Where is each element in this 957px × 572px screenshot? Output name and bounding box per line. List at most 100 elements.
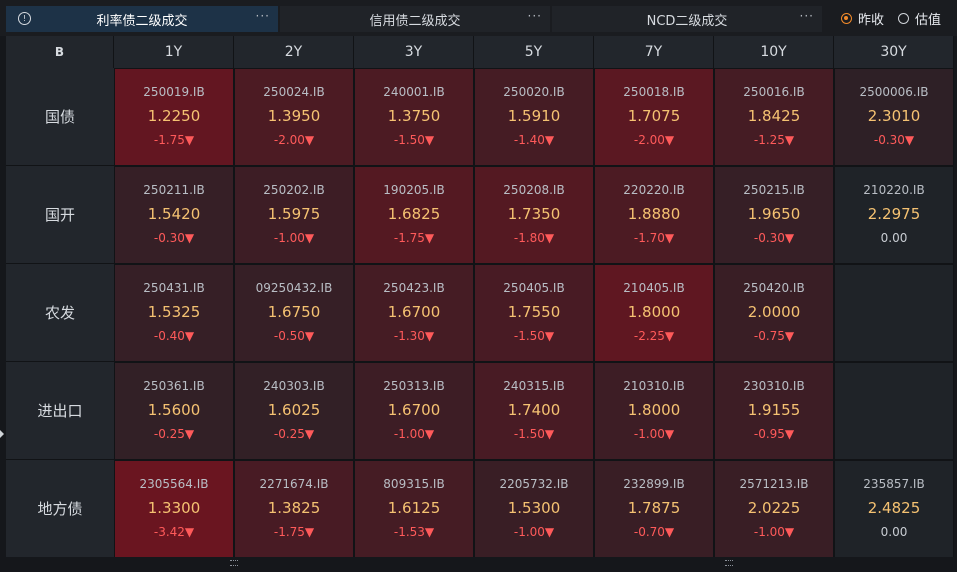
bond-code: 809315.IB: [383, 477, 445, 491]
bond-cell[interactable]: 250208.IB 1.7350 -1.80▼: [474, 166, 594, 264]
bond-code: 250405.IB: [503, 281, 565, 295]
bond-cell[interactable]: 2500006.IB 2.3010 -0.30▼: [834, 68, 954, 166]
bottom-bar: [0, 557, 957, 572]
tab-ncd-secondary[interactable]: NCD二级成交 ···: [552, 6, 822, 32]
more-icon[interactable]: ···: [256, 9, 270, 23]
bond-cell[interactable]: 235857.IB 2.4825 0.00: [834, 460, 954, 558]
yield-value: 2.4825: [867, 499, 921, 517]
bond-cell[interactable]: 250211.IB 1.5420 -0.30▼: [114, 166, 234, 264]
yield-value: 1.5420: [147, 205, 201, 223]
yield-change: -0.25▼: [273, 427, 315, 441]
bond-cell[interactable]: 250016.IB 1.8425 -1.25▼: [714, 68, 834, 166]
bond-cell[interactable]: 230310.IB 1.9155 -0.95▼: [714, 362, 834, 460]
radio-unchecked-icon[interactable]: [897, 13, 909, 24]
bond-cell[interactable]: 210220.IB 2.2975 0.00: [834, 166, 954, 264]
yield-change: -1.50▼: [513, 427, 555, 441]
bond-cell[interactable]: 190205.IB 1.6825 -1.75▼: [354, 166, 474, 264]
bond-cell[interactable]: 2271674.IB 1.3825 -1.75▼: [234, 460, 354, 558]
bond-cell[interactable]: 250313.IB 1.6700 -1.00▼: [354, 362, 474, 460]
row-header: 国开: [6, 166, 114, 264]
yield-change: -1.70▼: [633, 231, 675, 245]
yield-change: -1.75▼: [393, 231, 435, 245]
bond-code: 250423.IB: [383, 281, 445, 295]
yield-change: -0.70▼: [633, 525, 675, 539]
bond-cell[interactable]: 250024.IB 1.3950 -2.00▼: [234, 68, 354, 166]
yield-change: -0.40▼: [153, 329, 195, 343]
bond-cell[interactable]: 250420.IB 2.0000 -0.75▼: [714, 264, 834, 362]
bond-cell[interactable]: 2571213.IB 2.0225 -1.00▼: [714, 460, 834, 558]
yield-value: 1.3750: [387, 107, 441, 125]
bond-code: 190205.IB: [383, 183, 445, 197]
radio-valuation[interactable]: 估值: [897, 9, 941, 28]
yield-change: 0.00: [880, 525, 908, 539]
yield-change: -1.00▼: [753, 525, 795, 539]
yield-change: -0.50▼: [273, 329, 315, 343]
bond-code: 2305564.IB: [139, 477, 209, 491]
bond-cell[interactable]: 809315.IB 1.6125 -1.53▼: [354, 460, 474, 558]
bond-cell[interactable]: 240001.IB 1.3750 -1.50▼: [354, 68, 474, 166]
bond-code: 250211.IB: [143, 183, 205, 197]
yield-value: 1.9650: [747, 205, 801, 223]
bond-cell[interactable]: 240303.IB 1.6025 -0.25▼: [234, 362, 354, 460]
yield-value: 1.8425: [747, 107, 801, 125]
bond-cell[interactable]: [834, 264, 954, 362]
column-resize-handle[interactable]: [230, 560, 238, 566]
row-header: 国债: [6, 68, 114, 166]
tab-rate-bond-secondary[interactable]: ! 利率债二级成交 ···: [6, 6, 278, 32]
radio-checked-icon[interactable]: [840, 13, 852, 24]
bond-code: 2500006.IB: [859, 85, 929, 99]
yield-change: -0.25▼: [153, 427, 195, 441]
bond-cell[interactable]: 250431.IB 1.5325 -0.40▼: [114, 264, 234, 362]
bond-cell[interactable]: 250018.IB 1.7075 -2.00▼: [594, 68, 714, 166]
bond-cell[interactable]: 09250432.IB 1.6750 -0.50▼: [234, 264, 354, 362]
bond-cell[interactable]: 250361.IB 1.5600 -0.25▼: [114, 362, 234, 460]
tenor-header-5y[interactable]: 5Y: [474, 36, 594, 68]
expand-left-arrow-icon[interactable]: [0, 430, 4, 438]
bond-cell[interactable]: 220220.IB 1.8880 -1.70▼: [594, 166, 714, 264]
bond-cell[interactable]: [834, 362, 954, 460]
yield-value: 1.2250: [147, 107, 201, 125]
bond-cell[interactable]: 2305564.IB 1.3300 -3.42▼: [114, 460, 234, 558]
bond-cell[interactable]: 250423.IB 1.6700 -1.30▼: [354, 264, 474, 362]
yield-change: -1.00▼: [393, 427, 435, 441]
radio-label: 估值: [914, 13, 941, 28]
bond-cell[interactable]: 232899.IB 1.7875 -0.70▼: [594, 460, 714, 558]
yield-value: 1.5325: [147, 303, 201, 321]
bond-cell[interactable]: 250202.IB 1.5975 -1.00▼: [234, 166, 354, 264]
yield-value: 1.6825: [387, 205, 441, 223]
bond-cell[interactable]: 250215.IB 1.9650 -0.30▼: [714, 166, 834, 264]
tenor-header-1y[interactable]: 1Y: [114, 36, 234, 68]
bond-code: 2571213.IB: [739, 477, 809, 491]
bond-cell[interactable]: 250019.IB 1.2250 -1.75▼: [114, 68, 234, 166]
row-header: 地方债: [6, 460, 114, 558]
yield-change: -1.00▼: [273, 231, 315, 245]
tenor-header-7y[interactable]: 7Y: [594, 36, 714, 68]
bond-code: 250020.IB: [503, 85, 565, 99]
yield-change: -0.30▼: [153, 231, 195, 245]
bond-code: 240001.IB: [383, 85, 445, 99]
bond-cell[interactable]: 210310.IB 1.8000 -1.00▼: [594, 362, 714, 460]
bond-code: 250361.IB: [143, 379, 205, 393]
bond-cell[interactable]: 250020.IB 1.5910 -1.40▼: [474, 68, 594, 166]
bond-cell[interactable]: 250405.IB 1.7550 -1.50▼: [474, 264, 594, 362]
bond-cell[interactable]: 2205732.IB 1.5300 -1.00▼: [474, 460, 594, 558]
yield-change: -1.30▼: [393, 329, 435, 343]
tenor-header-2y[interactable]: 2Y: [234, 36, 354, 68]
tenor-header-10y[interactable]: 10Y: [714, 36, 834, 68]
tenor-header-30y[interactable]: 30Y: [834, 36, 954, 68]
tab-credit-bond-secondary[interactable]: 信用债二级成交 ···: [280, 6, 550, 32]
column-resize-handle[interactable]: [725, 560, 733, 566]
bond-cell[interactable]: 240315.IB 1.7400 -1.50▼: [474, 362, 594, 460]
yield-change: -1.25▼: [753, 133, 795, 147]
radio-prev-close[interactable]: 昨收: [840, 9, 884, 28]
yield-value: 2.0000: [747, 303, 801, 321]
more-icon[interactable]: ···: [800, 9, 814, 23]
bond-code: 210405.IB: [623, 281, 685, 295]
bond-cell[interactable]: 210405.IB 1.8000 -2.25▼: [594, 264, 714, 362]
tenor-header-3y[interactable]: 3Y: [354, 36, 474, 68]
bond-code: 250024.IB: [263, 85, 325, 99]
tab-label: NCD二级成交: [646, 13, 728, 29]
more-icon[interactable]: ···: [528, 9, 542, 23]
bond-code: 250208.IB: [503, 183, 565, 197]
info-icon[interactable]: !: [18, 12, 31, 25]
